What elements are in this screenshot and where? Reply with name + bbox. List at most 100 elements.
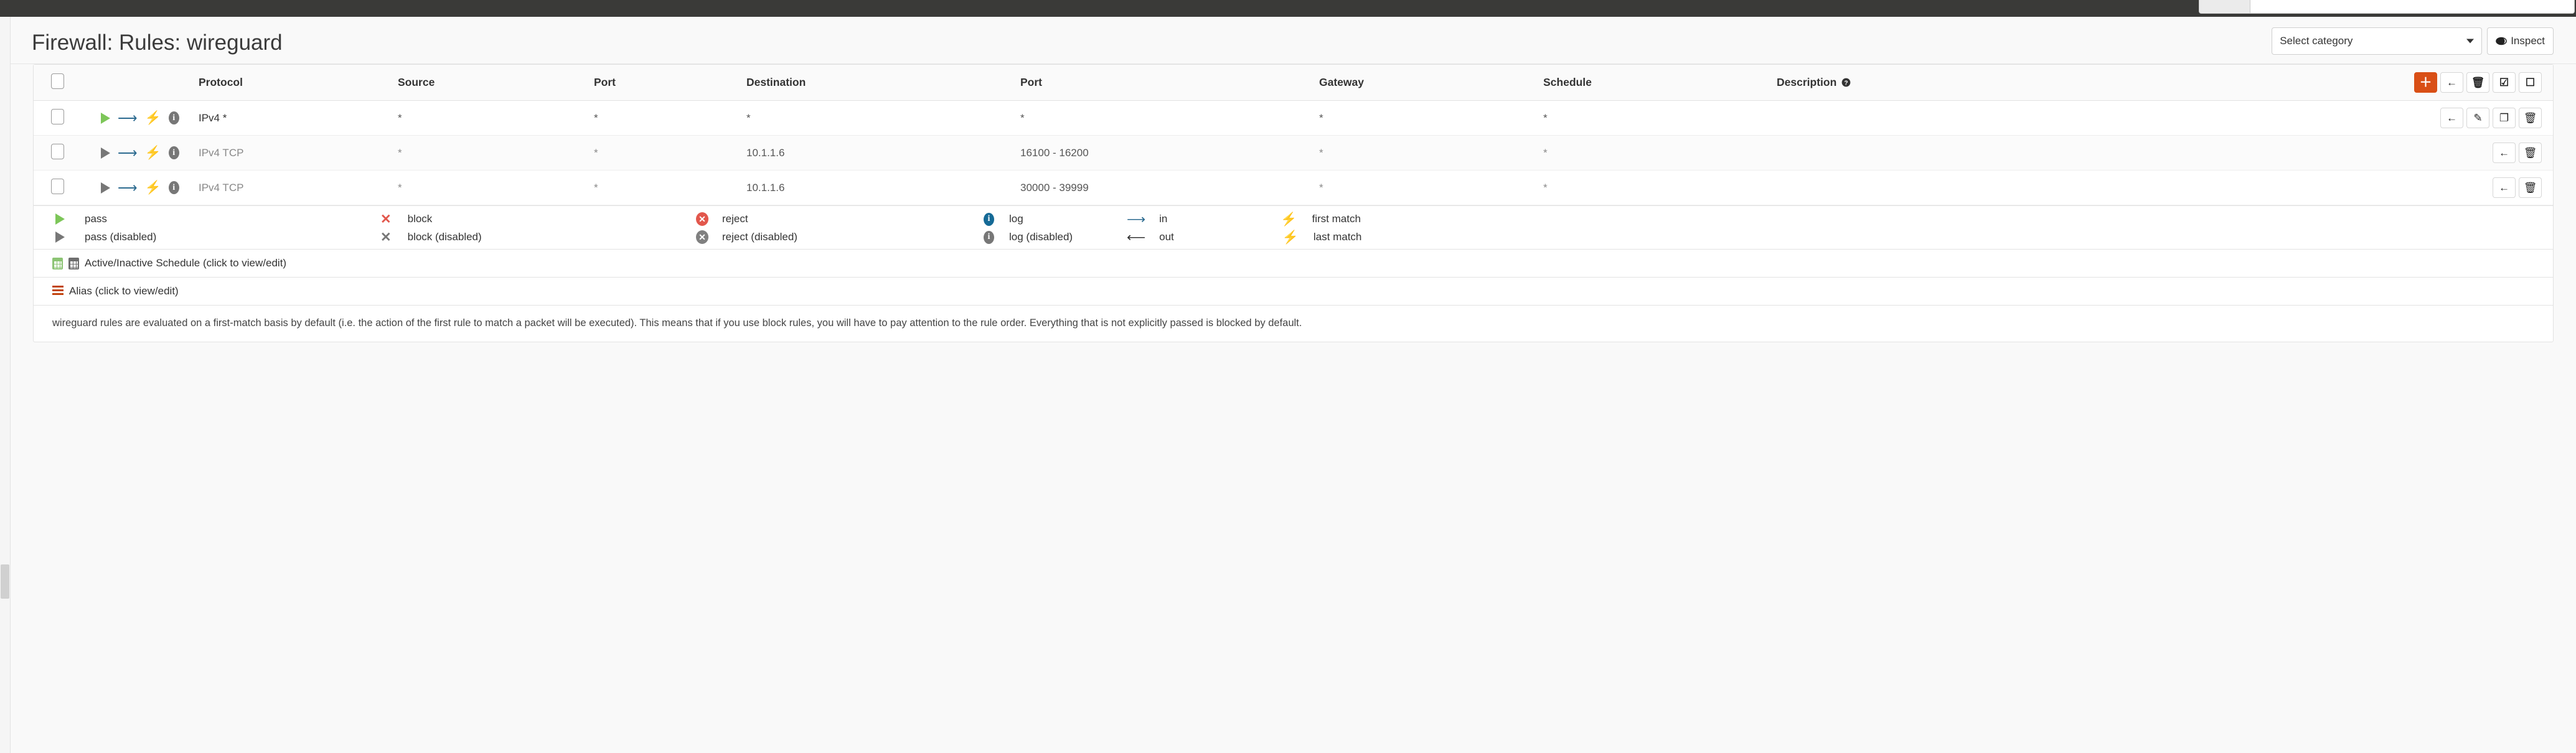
bolt-icon: ⚡ xyxy=(144,180,161,195)
table-header-row: Protocol Source Port Destination Port Ga… xyxy=(34,65,2553,101)
play-icon[interactable] xyxy=(101,182,110,194)
x-icon: ✕ xyxy=(380,212,392,227)
play-icon[interactable] xyxy=(101,147,110,159)
page-scrollbar-thumb[interactable] xyxy=(1,564,9,599)
row-select-checkbox[interactable] xyxy=(51,178,64,194)
row-actions: ← 🗑 xyxy=(2348,143,2553,163)
move-rule-button[interactable]: ← xyxy=(2493,177,2516,198)
legend-out-label: out xyxy=(1159,231,1174,243)
copy-rule-button[interactable]: ❐ xyxy=(2493,108,2516,128)
delete-rule-button[interactable]: 🗑 xyxy=(2519,177,2542,198)
row-schedule: * xyxy=(1543,170,1777,205)
row-actions-cell: ← ✎ ❐ 🗑 xyxy=(2348,100,2553,136)
legend-in-out-row2: ⟵ out ⚡ last match xyxy=(1116,231,2553,244)
legend-log-label: log xyxy=(1009,213,1023,225)
move-rule-button[interactable]: ← xyxy=(2493,143,2516,163)
row-gateway-value: * xyxy=(1319,181,1323,194)
row-select-cell xyxy=(34,170,71,205)
row-state-icons-cell: ⟶ ⚡ i xyxy=(71,100,199,136)
row-destination-value: 10.1.1.6 xyxy=(746,146,785,159)
arrow-right-icon: ⟶ xyxy=(118,144,138,161)
search-scope-button[interactable] xyxy=(2199,0,2250,14)
arrow-left-icon: ← xyxy=(2447,112,2457,124)
page-header: Firewall: Rules: wireguard Select catego… xyxy=(11,17,2576,64)
header-source: Source xyxy=(398,65,594,101)
row-actions-cell: ← 🗑 xyxy=(2348,135,2553,171)
deselect-all-button[interactable]: ☐ xyxy=(2519,72,2542,93)
header-description-label: Description xyxy=(1777,76,1837,88)
row-state-icons-cell: ⟶ ⚡ i xyxy=(71,135,199,171)
legend-pass-disabled-label: pass (disabled) xyxy=(85,231,157,243)
info-circle-icon[interactable]: i xyxy=(168,181,179,194)
legend-reject-disabled-label: reject (disabled) xyxy=(722,231,797,243)
inspect-button[interactable]: Inspect xyxy=(2487,27,2554,55)
alias-strip[interactable]: Alias (click to view/edit) xyxy=(34,277,2553,305)
schedule-strip[interactable]: Active/Inactive Schedule (click to view/… xyxy=(34,249,2553,277)
arrow-left-icon: ← xyxy=(2499,182,2509,194)
schedule-strip-label: Active/Inactive Schedule (click to view/… xyxy=(85,257,287,269)
row-actions: ← 🗑 xyxy=(2348,177,2553,198)
checkbox-checked-icon: ☑ xyxy=(2499,77,2509,88)
bolt-icon: ⚡ xyxy=(1281,212,1297,227)
row-select-checkbox[interactable] xyxy=(51,143,64,159)
select-all-button[interactable]: ☑ xyxy=(2493,72,2516,93)
row-source: * xyxy=(398,170,594,205)
move-rule-button[interactable]: ← xyxy=(2440,108,2463,128)
select-all-checkbox[interactable] xyxy=(51,73,64,89)
row-select-checkbox[interactable] xyxy=(51,108,64,124)
row-destination-port: 16100 - 16200 xyxy=(1020,135,1319,171)
move-rules-button[interactable]: ← xyxy=(2440,72,2463,93)
row-gateway-value: * xyxy=(1319,111,1323,124)
svg-text:?: ? xyxy=(1845,80,1848,87)
add-rule-button[interactable]: ＋ xyxy=(2414,72,2437,93)
legend-last-match-label: last match xyxy=(1313,231,1362,243)
header-protocol: Protocol xyxy=(199,65,398,101)
legend-pass-label: pass xyxy=(85,213,107,225)
trash-icon: 🗑 xyxy=(2471,77,2485,88)
row-destination-value: 10.1.1.6 xyxy=(746,181,785,194)
row-destination-port: * xyxy=(1020,100,1319,136)
row-source-port-value: * xyxy=(594,111,598,124)
trash-icon: 🗑 xyxy=(2523,182,2537,194)
info-circle-icon: i xyxy=(984,212,994,226)
row-schedule-value: * xyxy=(1543,111,1548,124)
bolt-icon: ⚡ xyxy=(1282,230,1299,245)
table-row[interactable]: ⟶ ⚡ i IPv4 * * * * * * * ← ✎ ❐ 🗑 xyxy=(34,100,2553,136)
row-description xyxy=(1777,170,2348,205)
legend-reject-icon-cell: ✕ reject xyxy=(685,212,829,226)
delete-rule-button[interactable]: 🗑 xyxy=(2519,108,2542,128)
legend-first-match-label: first match xyxy=(1312,213,1361,225)
trash-icon: 🗑 xyxy=(2523,147,2537,159)
play-icon[interactable] xyxy=(101,112,110,124)
question-circle-icon[interactable]: ? xyxy=(1841,78,1851,87)
table-row[interactable]: ⟶ ⚡ i IPv4 TCP * * 10.1.1.6 30000 - 39999 * * ← 🗑 xyxy=(34,170,2553,205)
legend-block-label: block xyxy=(407,213,433,225)
legend-block-icon-cell: ✕ block xyxy=(370,213,541,226)
firewall-rules-panel: Protocol Source Port Destination Port Ga… xyxy=(33,64,2554,343)
page-scrollbar-gutter[interactable] xyxy=(0,17,11,753)
calendar-active-icon xyxy=(52,257,63,269)
row-source-value: * xyxy=(398,111,402,124)
row-destination: * xyxy=(746,100,1020,136)
row-source-value: * xyxy=(398,181,402,194)
row-actions-cell: ← 🗑 xyxy=(2348,170,2553,205)
search-input[interactable] xyxy=(2250,0,2575,14)
info-circle-icon[interactable]: i xyxy=(168,146,179,159)
row-destination: 10.1.1.6 xyxy=(746,135,1020,171)
bolt-icon: ⚡ xyxy=(144,111,161,125)
legend-in-out-row1: ⟶ in ⚡ first match xyxy=(1116,213,2553,226)
legend-log-disabled-label: log (disabled) xyxy=(1009,231,1073,243)
header-schedule: Schedule xyxy=(1543,65,1777,101)
info-circle-icon[interactable]: i xyxy=(168,111,179,124)
legend-log-icon-cell: i log xyxy=(973,212,1116,226)
select-category-dropdown[interactable]: Select category xyxy=(2272,27,2483,55)
table-row[interactable]: ⟶ ⚡ i IPv4 TCP * * 10.1.1.6 16100 - 16200 * * ← 🗑 xyxy=(34,135,2553,171)
edit-rule-button[interactable]: ✎ xyxy=(2466,108,2489,128)
delete-rule-button[interactable]: 🗑 xyxy=(2519,143,2542,163)
row-destination-value: * xyxy=(746,111,751,124)
legend-pass-disabled-icon-cell: pass (disabled) xyxy=(45,231,225,243)
row-destination-port: 30000 - 39999 xyxy=(1020,170,1319,205)
delete-rules-button[interactable]: 🗑 xyxy=(2466,72,2489,93)
calendar-inactive-icon xyxy=(68,257,79,269)
arrow-left-icon: ⟵ xyxy=(1127,230,1146,245)
